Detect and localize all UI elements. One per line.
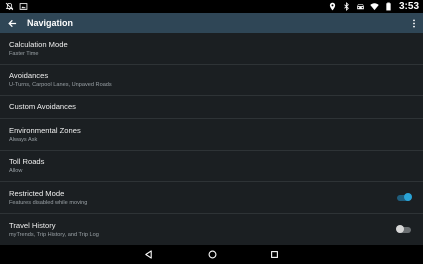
more-vert-icon	[413, 18, 415, 28]
setting-subtitle: myTrends, Trip History, and Trip Log	[9, 231, 99, 238]
page-title: Navigation	[27, 18, 74, 28]
clock-time: 3:53	[398, 1, 419, 12]
status-bar: 3:53	[0, 0, 423, 13]
app-bar: Navigation	[0, 13, 423, 33]
back-triangle-icon	[144, 250, 152, 259]
restricted-mode-toggle[interactable]	[397, 192, 412, 201]
setting-title: Avoidances	[9, 71, 49, 80]
bluetooth-icon	[344, 2, 349, 11]
location-icon	[329, 2, 336, 11]
screenshot-icon	[19, 3, 28, 10]
toggle-knob	[404, 192, 412, 201]
setting-restricted-mode[interactable]: Restricted Mode Features disabled while …	[0, 182, 423, 214]
overflow-menu-button[interactable]	[405, 13, 423, 33]
wifi-icon	[370, 3, 379, 11]
setting-subtitle: U-Turns, Carpool Lanes, Unpaved Roads	[9, 82, 112, 88]
back-button[interactable]	[0, 13, 24, 33]
setting-custom-avoidances[interactable]: Custom Avoidances	[0, 96, 423, 119]
travel-history-toggle[interactable]	[396, 224, 411, 233]
setting-subtitle: Features disabled while moving	[9, 199, 88, 206]
setting-avoidances[interactable]: Avoidances U-Turns, Carpool Lanes, Unpav…	[0, 65, 423, 96]
setting-title: Custom Avoidances	[9, 102, 76, 111]
setting-toll-roads[interactable]: Toll Roads Allow	[0, 151, 423, 182]
nav-recents-button[interactable]	[266, 247, 282, 262]
setting-title: Restricted Mode	[9, 188, 65, 198]
car-icon	[357, 4, 364, 10]
recents-square-icon	[270, 251, 278, 258]
setting-subtitle: Always Ask	[9, 136, 38, 143]
arrow-back-icon	[7, 19, 16, 27]
toggle-knob	[396, 224, 404, 233]
setting-subtitle: Allow	[9, 168, 23, 174]
setting-calculation-mode[interactable]: Calculation Mode Faster Time	[0, 33, 423, 65]
setting-title: Calculation Mode	[9, 39, 68, 49]
setting-title: Environmental Zones	[9, 125, 81, 135]
setting-travel-history[interactable]: Travel History myTrends, Trip History, a…	[0, 214, 423, 245]
setting-title: Toll Roads	[9, 157, 45, 166]
settings-list: Calculation Mode Faster Time Avoidances …	[0, 33, 423, 245]
notifications-off-icon	[5, 2, 14, 11]
setting-subtitle: Faster Time	[9, 50, 39, 57]
setting-environmental-zones[interactable]: Environmental Zones Always Ask	[0, 119, 423, 151]
setting-title: Travel History	[9, 220, 56, 230]
home-circle-icon	[208, 250, 216, 259]
nav-home-button[interactable]	[204, 247, 220, 262]
system-nav-bar	[0, 245, 423, 264]
nav-back-button[interactable]	[140, 247, 156, 262]
battery-icon	[386, 2, 391, 11]
